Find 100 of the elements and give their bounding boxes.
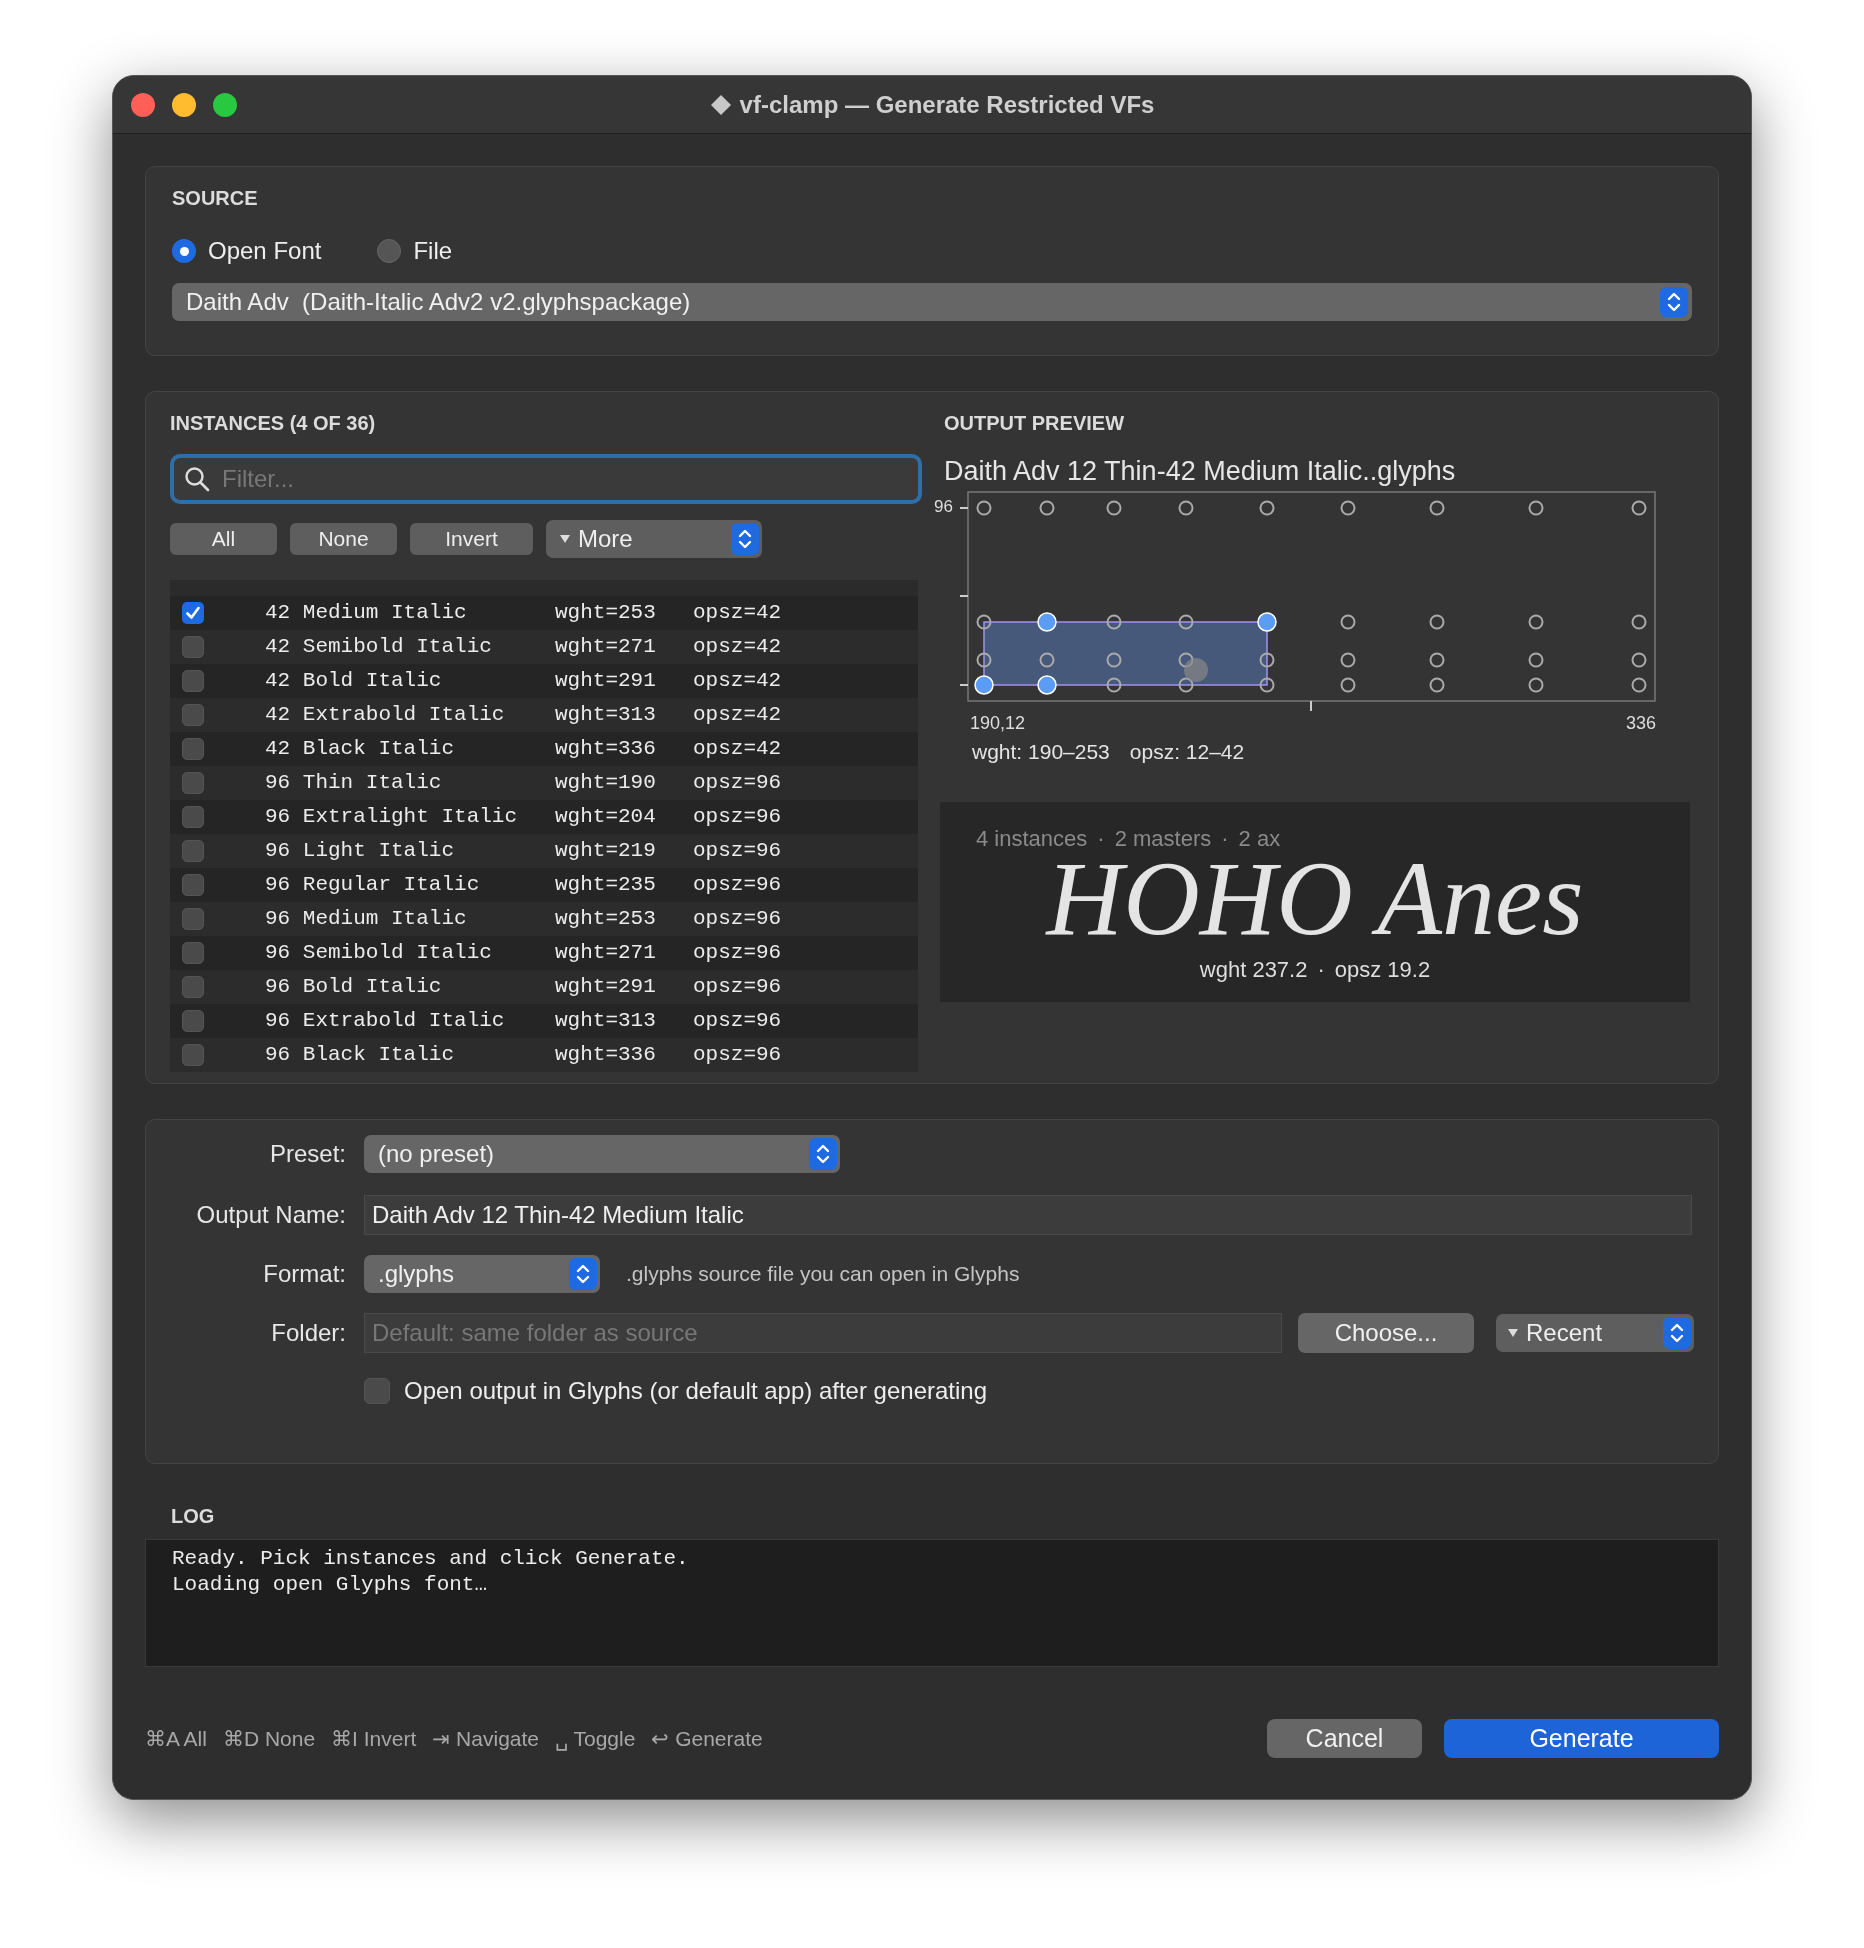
instance-point[interactable] (1429, 652, 1445, 668)
instance-point[interactable] (1631, 652, 1647, 668)
instance-point[interactable] (1340, 677, 1356, 693)
instance-point[interactable] (1178, 500, 1194, 516)
output-name-field[interactable]: Daith Adv 12 Thin-42 Medium Italic (364, 1195, 1692, 1235)
instance-point[interactable] (1528, 500, 1544, 516)
instance-point[interactable] (1429, 614, 1445, 630)
instance-row[interactable]: 96 Semibold Italic wght=271 opsz=96 (170, 936, 918, 970)
radio-label: File (413, 236, 453, 266)
instance-point[interactable] (1259, 500, 1275, 516)
checkbox[interactable] (182, 738, 204, 760)
instance-row[interactable]: 96 Regular Italic wght=235 opsz=96 (170, 868, 918, 902)
checkbox[interactable] (182, 704, 204, 726)
weight-value: wght=253 (555, 906, 657, 933)
weight-value: wght=190 (555, 770, 657, 797)
instance-point[interactable] (1106, 652, 1122, 668)
instance-row[interactable]: 96 Bold Italic wght=291 opsz=96 (170, 970, 918, 1004)
instance-row[interactable]: 96 Extralight Italic wght=204 opsz=96 (170, 800, 918, 834)
instance-row[interactable]: 96 Thin Italic wght=190 opsz=96 (170, 766, 918, 800)
filter-field[interactable]: Filter... (170, 454, 922, 504)
instance-point[interactable] (976, 652, 992, 668)
instance-point[interactable] (1340, 652, 1356, 668)
field-label: Folder: (270, 1318, 346, 1348)
instance-row[interactable]: 42 Semibold Italic wght=271 opsz=42 (170, 630, 918, 664)
instance-point[interactable] (1106, 614, 1122, 630)
instance-row[interactable]: 42 Bold Italic wght=291 opsz=42 (170, 664, 918, 698)
checkbox[interactable] (182, 1010, 204, 1032)
instance-point[interactable] (1631, 500, 1647, 516)
instance-point[interactable] (1631, 677, 1647, 693)
field-label: Format: (262, 1259, 346, 1289)
checkbox[interactable] (182, 636, 204, 658)
checkbox[interactable] (182, 874, 204, 896)
checkbox[interactable] (182, 772, 204, 794)
font-popup[interactable]: Daith Adv (Daith-Italic Adv2 v2.glyphspackage) (172, 283, 1692, 321)
instance-row[interactable]: 42 Medium Italic wght=253 opsz=42 (170, 596, 918, 630)
instance-point[interactable] (1178, 652, 1194, 668)
instance-point[interactable] (976, 500, 992, 516)
selected-point[interactable] (974, 675, 994, 695)
recent-popup[interactable]: Recent (1496, 1314, 1694, 1352)
radio-button[interactable] (377, 239, 402, 263)
instance-point[interactable] (1039, 500, 1055, 516)
instance-point[interactable] (1528, 614, 1544, 630)
instance-point[interactable] (1429, 500, 1445, 516)
instance-point[interactable] (1178, 677, 1194, 693)
selected-point[interactable] (1037, 612, 1057, 632)
minimize-button[interactable] (172, 93, 196, 117)
instance-point[interactable] (1106, 677, 1122, 693)
checkbox[interactable] (182, 908, 204, 930)
window-title: vf-clamp — Generate Restricted VFs (739, 89, 1155, 120)
instance-point[interactable] (1039, 652, 1055, 668)
instance-row[interactable]: 96 Medium Italic wght=253 opsz=96 (170, 902, 918, 936)
shortcut-hint: ␣ Toggle (555, 1725, 636, 1753)
instance-row[interactable]: 96 Light Italic wght=219 opsz=96 (170, 834, 918, 868)
checkbox[interactable] (364, 1378, 390, 1404)
instance-point[interactable] (1259, 652, 1275, 668)
filter-button[interactable]: All (170, 523, 277, 555)
instance-point[interactable] (1340, 614, 1356, 630)
selected-point[interactable] (1257, 612, 1277, 632)
checkbox[interactable] (182, 602, 204, 624)
radio-button[interactable] (172, 239, 196, 263)
instance-name: 96 Extrabold Italic (265, 1008, 506, 1035)
generate-button[interactable]: Generate (1444, 1719, 1719, 1758)
cancel-button[interactable]: Cancel (1267, 1719, 1422, 1758)
instance-point[interactable] (1528, 677, 1544, 693)
preset-popup[interactable]: (no preset) (364, 1135, 840, 1173)
filter-button[interactable]: Invert (410, 523, 533, 555)
instance-point[interactable] (1178, 614, 1194, 630)
checkbox[interactable] (182, 670, 204, 692)
instance-point[interactable] (976, 614, 992, 630)
instance-name: 96 Black Italic (265, 1042, 456, 1069)
format-popup[interactable]: .glyphs (364, 1255, 600, 1293)
more-popup[interactable]: More (546, 520, 762, 558)
checkbox[interactable] (182, 1044, 204, 1066)
zoom-button[interactable] (213, 93, 237, 117)
field-label: Output Name: (195, 1200, 346, 1230)
opsz-value: opsz=42 (693, 600, 782, 627)
position-marker[interactable] (1184, 658, 1208, 682)
instance-point[interactable] (1340, 500, 1356, 516)
instance-row[interactable]: 96 Extrabold Italic wght=313 opsz=96 (170, 1004, 918, 1038)
filter-button[interactable]: None (290, 523, 397, 555)
stepper-icon (1660, 287, 1688, 317)
instance-row[interactable]: 42 Extrabold Italic wght=313 opsz=42 (170, 698, 918, 732)
choose-button[interactable]: Choose... (1298, 1313, 1474, 1353)
instance-row[interactable]: 96 Black Italic wght=336 opsz=96 (170, 1038, 918, 1072)
instance-point[interactable] (1528, 652, 1544, 668)
instance-point[interactable] (1631, 614, 1647, 630)
checkbox[interactable] (182, 976, 204, 998)
checkbox[interactable] (182, 942, 204, 964)
axis-label: 190,12 (970, 712, 1026, 735)
instance-point[interactable] (1259, 677, 1275, 693)
instance-point[interactable] (1106, 500, 1122, 516)
selected-point[interactable] (1037, 675, 1057, 695)
weight-value: wght=291 (555, 668, 657, 695)
close-button[interactable] (131, 93, 155, 117)
instance-row[interactable]: 42 Black Italic wght=336 opsz=42 (170, 732, 918, 766)
folder-field[interactable]: Default: same folder as source (364, 1313, 1282, 1353)
instance-point[interactable] (1429, 677, 1445, 693)
opsz-value: opsz=96 (693, 1042, 782, 1069)
checkbox[interactable] (182, 840, 204, 862)
checkbox[interactable] (182, 806, 204, 828)
